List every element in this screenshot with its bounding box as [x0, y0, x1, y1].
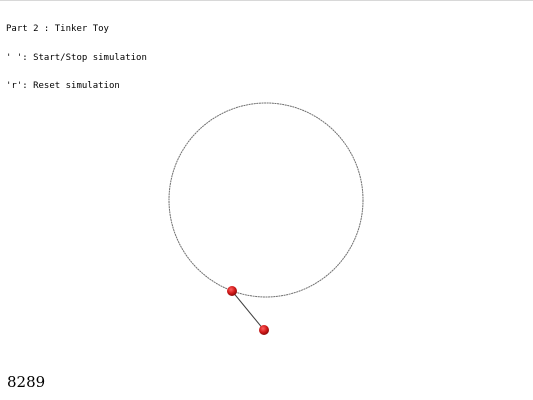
simulation-canvas[interactable]: [0, 0, 533, 400]
frame-counter: 8289: [7, 373, 46, 391]
constraint-circle: [168, 102, 364, 298]
particle-pendulum[interactable]: [259, 325, 269, 335]
particle-on-circle[interactable]: [227, 286, 237, 296]
